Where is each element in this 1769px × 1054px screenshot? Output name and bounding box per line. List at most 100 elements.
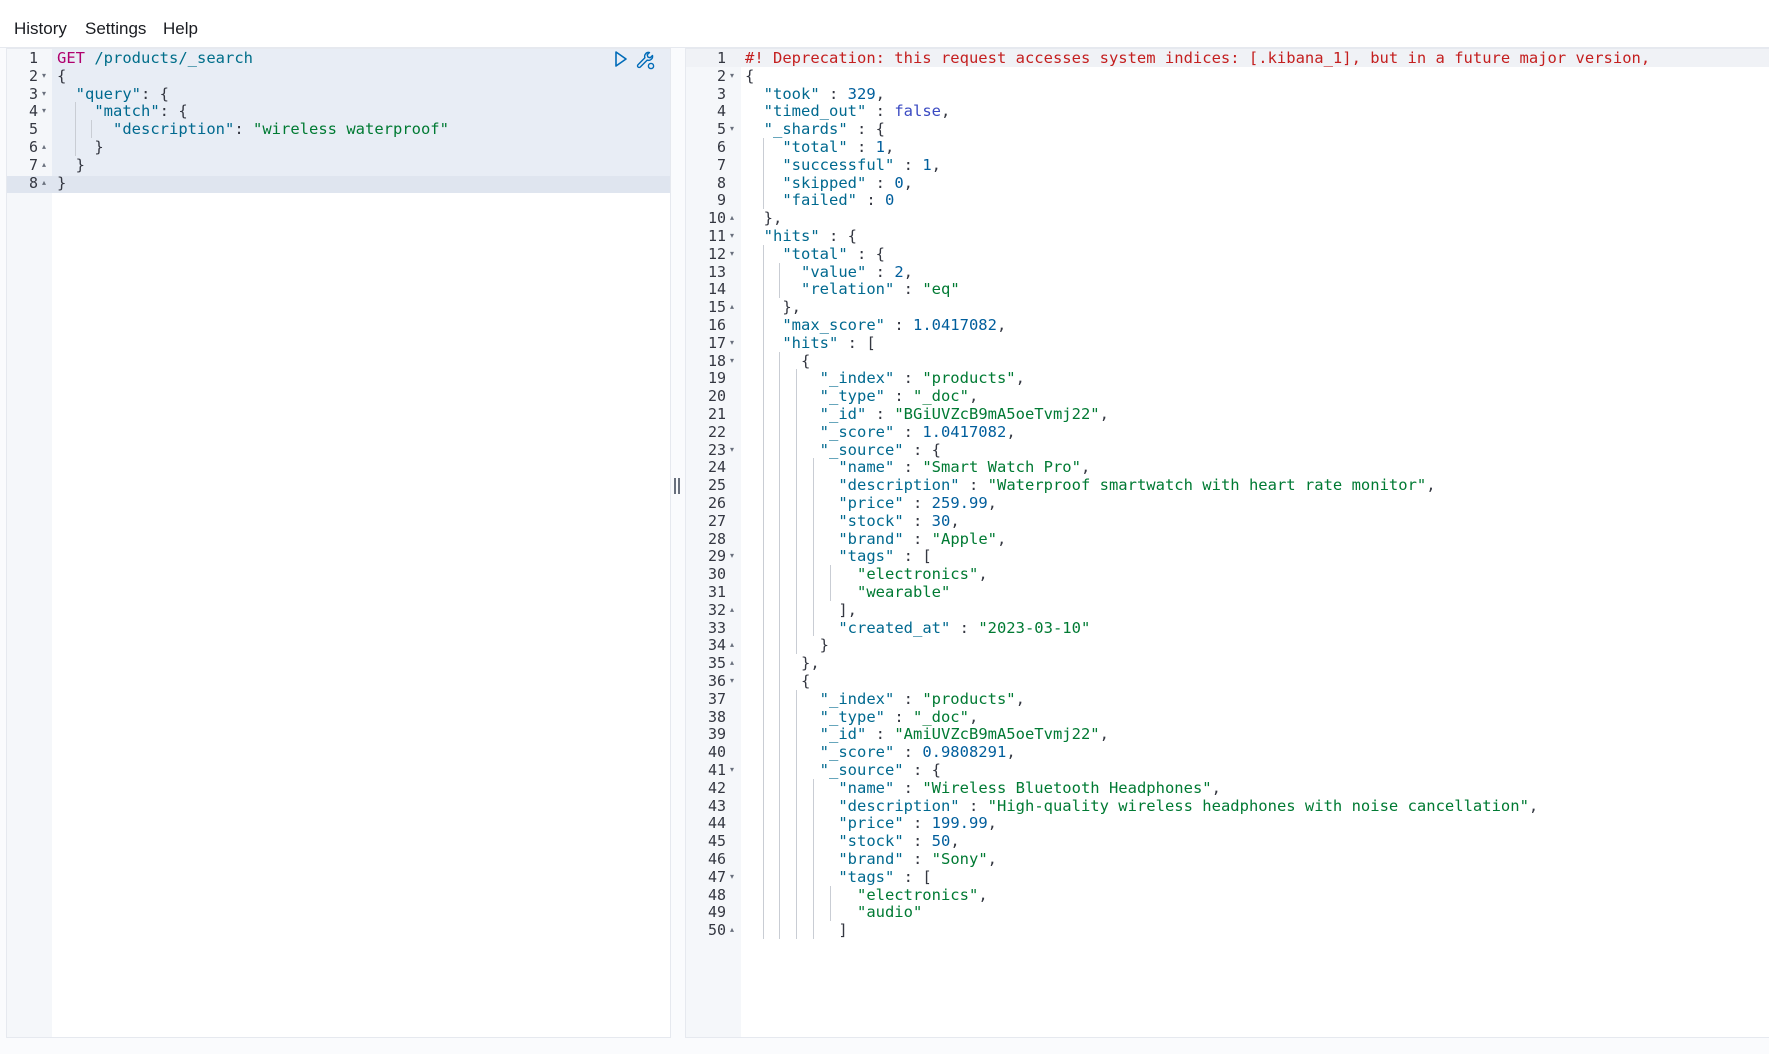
indent-guide xyxy=(796,387,798,405)
line-number: 15 xyxy=(707,298,726,317)
fold-expand-icon[interactable]: ▴ xyxy=(730,640,734,649)
request-editor[interactable]: 1 GET /products/_search 2 ▾ {3 ▾ "query": {4 ▾… xyxy=(6,48,671,1038)
line-number: 2 xyxy=(716,66,726,85)
fold-collapse-icon[interactable]: ▾ xyxy=(42,89,46,98)
fold-expand-icon[interactable]: ▴ xyxy=(730,605,734,614)
line-number: 8 xyxy=(28,173,38,192)
fold-collapse-icon[interactable]: ▾ xyxy=(730,356,734,365)
indent-guide xyxy=(779,600,781,619)
fold-collapse-icon[interactable]: ▾ xyxy=(730,124,734,133)
line-number: 7 xyxy=(716,155,726,174)
indent-guide xyxy=(779,529,781,548)
line-number: 46 xyxy=(707,850,726,868)
code-line: "match": { xyxy=(94,102,188,121)
fold-collapse-icon[interactable]: ▾ xyxy=(42,71,46,80)
indent-guide xyxy=(779,814,781,833)
fold-expand-icon[interactable]: ▴ xyxy=(42,160,46,169)
line-number: 20 xyxy=(707,387,726,406)
indent-guide xyxy=(779,511,781,530)
line-number: 47 xyxy=(707,867,726,886)
line-number: 14 xyxy=(707,280,726,299)
fold-collapse-icon[interactable]: ▾ xyxy=(730,71,734,80)
line-number: 26 xyxy=(707,494,726,512)
wrench-icon[interactable] xyxy=(635,50,655,70)
indent-guide xyxy=(762,494,764,512)
code-line: "max_score" : 1.0417082, xyxy=(782,316,1007,334)
indent-guide xyxy=(796,529,798,548)
code-line: "stock" : 30, xyxy=(838,511,960,530)
fold-expand-icon[interactable]: ▴ xyxy=(730,302,734,311)
indent-guide xyxy=(796,832,798,850)
indent-guide xyxy=(779,369,781,388)
line-number: 32 xyxy=(707,600,726,619)
indent-guide xyxy=(762,885,764,904)
fold-collapse-icon[interactable]: ▾ xyxy=(730,249,734,258)
indent-guide xyxy=(779,725,781,744)
line-number: 22 xyxy=(707,422,726,441)
menu-help[interactable]: Help xyxy=(163,19,198,39)
line-number: 35 xyxy=(707,654,726,673)
indent-guide xyxy=(762,618,764,637)
indent-guide xyxy=(812,903,814,922)
fold-expand-icon[interactable]: ▴ xyxy=(42,178,46,187)
fold-expand-icon[interactable]: ▴ xyxy=(730,925,734,934)
line-number: 6 xyxy=(28,138,38,156)
indent-guide xyxy=(762,369,764,388)
line-number: 31 xyxy=(707,583,726,601)
line-number: 6 xyxy=(716,138,726,156)
indent-guide xyxy=(762,173,764,192)
indent-guide xyxy=(762,867,764,886)
response-viewer[interactable]: 1 #! Deprecation: this request accesses s… xyxy=(685,48,1769,1038)
indent-guide xyxy=(762,529,764,548)
code-line: "failed" : 0 xyxy=(782,191,895,210)
code-line: } xyxy=(745,636,829,655)
indent-guide xyxy=(779,672,781,690)
indent-guide xyxy=(762,387,764,405)
indent-guide xyxy=(779,565,781,583)
fold-expand-icon[interactable]: ▴ xyxy=(42,142,46,151)
pane-resize-handle[interactable] xyxy=(672,478,682,498)
line-number: 5 xyxy=(716,120,726,139)
menu-history[interactable]: History xyxy=(14,19,67,39)
indent-guide xyxy=(796,618,798,637)
line-number: 23 xyxy=(707,440,726,459)
indent-guide xyxy=(779,476,781,494)
fold-collapse-icon[interactable]: ▾ xyxy=(730,231,734,240)
indent-guide xyxy=(796,405,798,423)
line-number: 45 xyxy=(707,832,726,851)
fold-expand-icon[interactable]: ▴ xyxy=(730,658,734,667)
code-line: "skipped" : 0, xyxy=(782,173,914,192)
indent-guide xyxy=(779,707,781,726)
indent-guide xyxy=(779,440,781,459)
code-line: "brand" : "Sony", xyxy=(838,850,997,868)
play-icon[interactable] xyxy=(613,50,629,68)
code-line: "_shards" : { xyxy=(763,120,885,139)
indent-guide xyxy=(829,583,831,601)
fold-collapse-icon[interactable]: ▾ xyxy=(730,445,734,454)
fold-collapse-icon[interactable]: ▾ xyxy=(730,765,734,774)
indent-guide xyxy=(762,707,764,726)
indent-guide xyxy=(779,832,781,850)
indent-guide xyxy=(829,903,831,922)
indent-guide xyxy=(779,778,781,797)
indent-guide xyxy=(812,583,814,601)
fold-collapse-icon[interactable]: ▾ xyxy=(730,872,734,881)
code-line: "stock" : 50, xyxy=(838,832,960,851)
indent-guide xyxy=(796,850,798,868)
code-line: "successful" : 1, xyxy=(782,155,941,174)
fold-expand-icon[interactable]: ▴ xyxy=(730,213,734,222)
code-line: }, xyxy=(745,298,801,317)
fold-collapse-icon[interactable]: ▾ xyxy=(730,551,734,560)
fold-collapse-icon[interactable]: ▾ xyxy=(730,338,734,347)
indent-guide xyxy=(762,547,764,566)
line-number: 19 xyxy=(707,369,726,388)
indent-guide xyxy=(762,333,764,352)
indent-guide xyxy=(779,618,781,637)
fold-collapse-icon[interactable]: ▾ xyxy=(730,676,734,685)
menu-settings[interactable]: Settings xyxy=(85,19,146,39)
fold-collapse-icon[interactable]: ▾ xyxy=(42,106,46,115)
indent-guide xyxy=(762,672,764,690)
line-number: 4 xyxy=(716,102,726,121)
indent-guide xyxy=(762,458,764,477)
indent-guide xyxy=(796,885,798,904)
